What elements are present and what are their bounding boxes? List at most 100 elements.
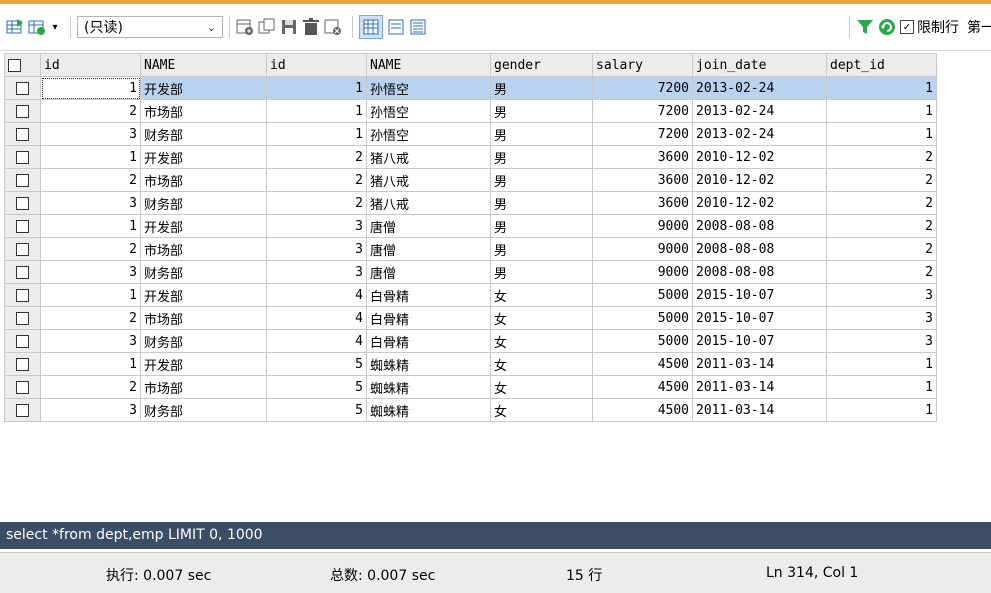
row-checkbox[interactable] <box>4 375 41 399</box>
row-checkbox[interactable] <box>4 283 41 307</box>
select-all-checkbox[interactable] <box>4 53 41 77</box>
column-header[interactable]: dept_id <box>826 53 937 77</box>
table-row[interactable]: 2 市场部 2 猪八戒男 3600 2010-12-02 2 <box>4 168 937 192</box>
table-cell[interactable]: 1 <box>40 283 141 307</box>
table-cell[interactable]: 3 <box>40 122 141 146</box>
table-cell[interactable]: 1 <box>826 99 937 123</box>
table-cell[interactable]: 市场部 <box>140 168 267 192</box>
delete-icon[interactable] <box>302 18 320 36</box>
table-cell[interactable]: 9000 <box>592 214 693 238</box>
table-row[interactable]: 1 开发部 2 猪八戒男 3600 2010-12-02 2 <box>4 145 937 169</box>
table-cell[interactable]: 财务部 <box>140 329 267 353</box>
table-cell[interactable]: 2015-10-07 <box>692 306 827 330</box>
table-cell[interactable]: 2 <box>40 99 141 123</box>
table-cell[interactable]: 3 <box>826 283 937 307</box>
table-row[interactable]: 3 财务部 2 猪八戒男 3600 2010-12-02 2 <box>4 191 937 215</box>
table-cell[interactable]: 7200 <box>592 99 693 123</box>
table-cell[interactable]: 3 <box>40 329 141 353</box>
table-cell[interactable]: 1 <box>826 122 937 146</box>
table-cell[interactable]: 1 <box>40 352 141 376</box>
table-cell[interactable]: 4500 <box>592 375 693 399</box>
table-cell[interactable]: 猪八戒 <box>366 168 491 192</box>
table-cell[interactable]: 2 <box>826 168 937 192</box>
table-cell[interactable]: 男 <box>490 76 593 100</box>
table-cell[interactable]: 市场部 <box>140 99 267 123</box>
column-header[interactable]: NAME <box>366 53 491 77</box>
row-checkbox[interactable] <box>4 214 41 238</box>
table-cell[interactable]: 1 <box>826 352 937 376</box>
column-header[interactable]: id <box>266 53 367 77</box>
table-cell[interactable]: 男 <box>490 214 593 238</box>
table-cell[interactable]: 1 <box>266 76 367 100</box>
table-cell[interactable]: 蜘蛛精 <box>366 352 491 376</box>
table-cell[interactable]: 财务部 <box>140 398 267 422</box>
result-mode-select[interactable]: (只读) ⌄ <box>77 16 223 38</box>
table-cell[interactable]: 财务部 <box>140 122 267 146</box>
refresh-icon[interactable] <box>878 18 896 36</box>
row-checkbox[interactable] <box>4 168 41 192</box>
table-cell[interactable]: 3 <box>40 260 141 284</box>
table-cell[interactable]: 男 <box>490 237 593 261</box>
column-header[interactable]: salary <box>592 53 693 77</box>
table-cell[interactable]: 开发部 <box>140 145 267 169</box>
table-cell[interactable]: 2013-02-24 <box>692 122 827 146</box>
table-cell[interactable]: 女 <box>490 375 593 399</box>
table-cell[interactable]: 市场部 <box>140 237 267 261</box>
table-cell[interactable]: 2 <box>40 306 141 330</box>
table-cell[interactable]: 2008-08-08 <box>692 237 827 261</box>
grid-export-icon[interactable] <box>6 18 24 36</box>
table-cell[interactable]: 4 <box>266 329 367 353</box>
table-cell[interactable]: 1 <box>826 375 937 399</box>
table-cell[interactable]: 女 <box>490 283 593 307</box>
table-cell[interactable]: 男 <box>490 145 593 169</box>
table-cell[interactable]: 3 <box>40 191 141 215</box>
duplicate-row-icon[interactable] <box>258 18 276 36</box>
table-cell[interactable]: 2011-03-14 <box>692 375 827 399</box>
table-cell[interactable]: 白骨精 <box>366 329 491 353</box>
table-cell[interactable]: 3 <box>40 398 141 422</box>
table-cell[interactable]: 2011-03-14 <box>692 352 827 376</box>
chevron-down-icon[interactable]: ▾ <box>50 18 60 36</box>
column-header[interactable]: id <box>40 53 141 77</box>
row-checkbox[interactable] <box>4 191 41 215</box>
table-cell[interactable]: 2015-10-07 <box>692 283 827 307</box>
table-cell[interactable]: 9000 <box>592 260 693 284</box>
table-cell[interactable]: 女 <box>490 306 593 330</box>
table-cell[interactable]: 市场部 <box>140 306 267 330</box>
table-cell[interactable]: 2 <box>266 168 367 192</box>
table-cell[interactable]: 财务部 <box>140 191 267 215</box>
table-cell[interactable]: 2 <box>40 375 141 399</box>
table-cell[interactable]: 2 <box>40 168 141 192</box>
table-cell[interactable]: 4 <box>266 283 367 307</box>
table-cell[interactable]: 5000 <box>592 306 693 330</box>
table-cell[interactable]: 2 <box>826 145 937 169</box>
text-view-icon[interactable] <box>409 18 427 36</box>
table-cell[interactable]: 2 <box>826 191 937 215</box>
row-checkbox[interactable] <box>4 329 41 353</box>
table-cell[interactable]: 孙悟空 <box>366 122 491 146</box>
table-cell[interactable]: 2011-03-14 <box>692 398 827 422</box>
table-cell[interactable]: 白骨精 <box>366 283 491 307</box>
table-cell[interactable]: 2010-12-02 <box>692 168 827 192</box>
table-cell[interactable]: 唐僧 <box>366 260 491 284</box>
row-checkbox[interactable] <box>4 306 41 330</box>
table-cell[interactable]: 3 <box>826 329 937 353</box>
table-cell[interactable]: 3600 <box>592 191 693 215</box>
table-cell[interactable]: 4500 <box>592 398 693 422</box>
column-header[interactable]: gender <box>490 53 593 77</box>
table-cell[interactable]: 开发部 <box>140 352 267 376</box>
table-cell[interactable]: 1 <box>40 76 141 100</box>
table-cell[interactable]: 男 <box>490 191 593 215</box>
table-row[interactable]: 3 财务部 3 唐僧男 9000 2008-08-08 2 <box>4 260 937 284</box>
table-row[interactable]: 1 开发部 5 蜘蛛精女 4500 2011-03-14 1 <box>4 352 937 376</box>
table-cell[interactable]: 1 <box>40 145 141 169</box>
table-row[interactable]: 3 财务部 5 蜘蛛精女 4500 2011-03-14 1 <box>4 398 937 422</box>
table-cell[interactable]: 7200 <box>592 76 693 100</box>
table-cell[interactable]: 5 <box>266 398 367 422</box>
table-cell[interactable]: 唐僧 <box>366 214 491 238</box>
table-cell[interactable]: 孙悟空 <box>366 99 491 123</box>
table-cell[interactable]: 7200 <box>592 122 693 146</box>
table-row[interactable]: 1 开发部 1 孙悟空男 7200 2013-02-24 1 <box>4 76 937 100</box>
table-cell[interactable]: 4 <box>266 306 367 330</box>
table-cell[interactable]: 孙悟空 <box>366 76 491 100</box>
